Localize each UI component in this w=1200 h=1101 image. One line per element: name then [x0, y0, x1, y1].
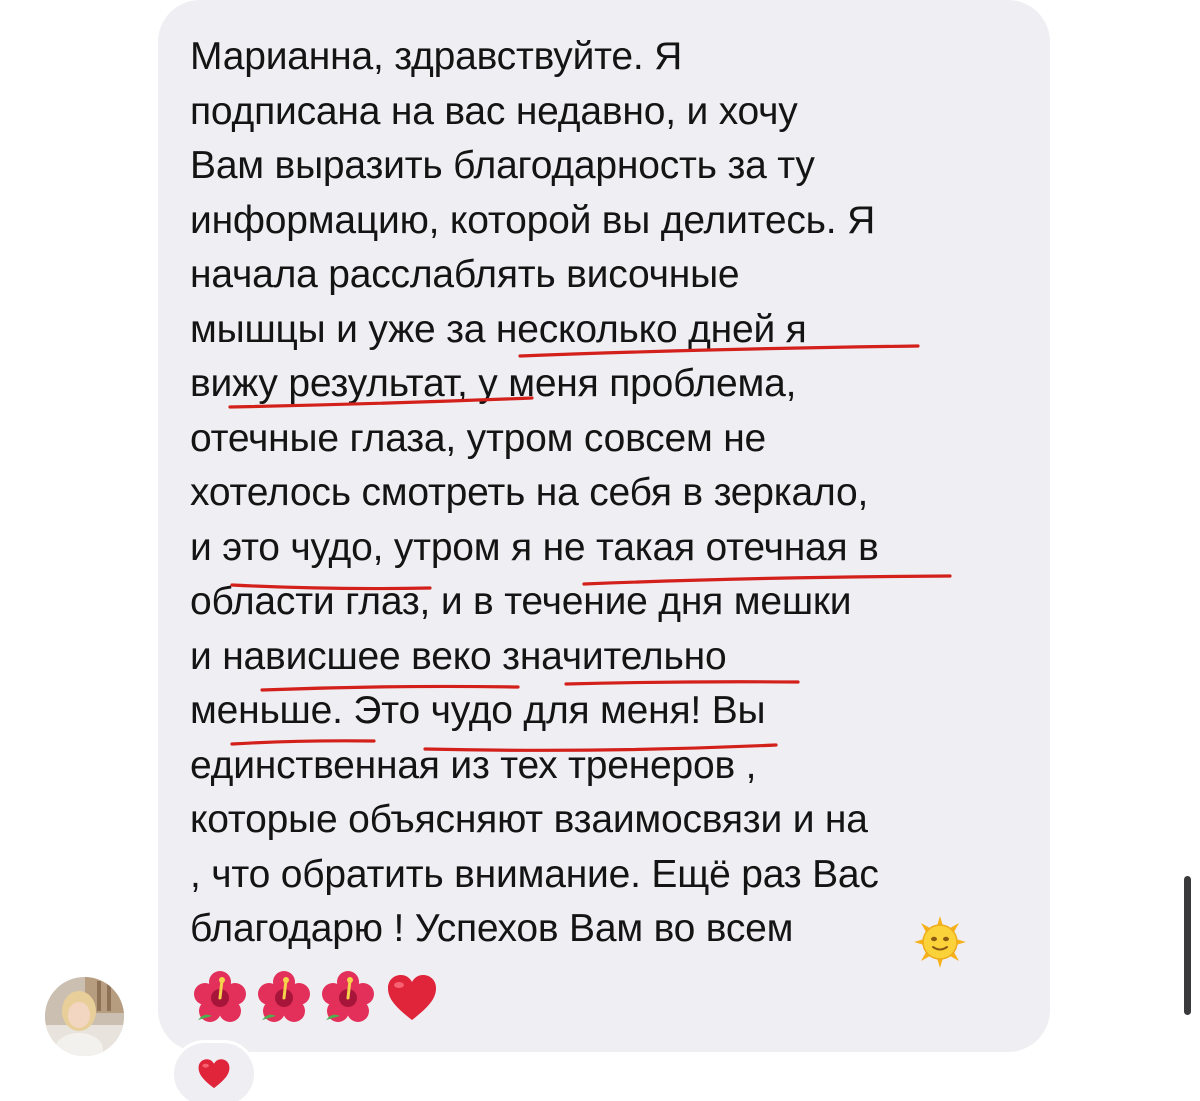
- message-line: информацию, которой вы делитесь. Я: [190, 198, 876, 242]
- hibiscus-icon: [194, 971, 246, 1022]
- message-line: хотелось смотреть на себя в зеркало,: [190, 471, 869, 514]
- message-line: и нависшее веко значительно: [190, 634, 727, 678]
- scrollbar[interactable]: [1184, 876, 1191, 1015]
- message-line: области глаз, и в течение дня мешки: [190, 580, 852, 623]
- message-line: меньше. Это чудо для меня! Вы: [190, 689, 766, 732]
- sun-with-face-icon: [914, 916, 966, 968]
- message-line: которые объясняют взаимосвязи и на: [190, 798, 868, 841]
- message-line: подписана на вас недавно, и хочу: [190, 89, 798, 133]
- hibiscus-icon: [322, 971, 374, 1022]
- message-line: единственная из тех тренеров ,: [190, 743, 757, 787]
- message-line: Вам выразить благодарность за ту: [190, 144, 815, 187]
- red-heart-icon: [388, 975, 436, 1020]
- message-line: начала расслаблять височные: [190, 253, 740, 296]
- avatar-photo: [45, 977, 124, 1056]
- message-line: и это чудо, утром я не такая отечная в: [190, 525, 879, 569]
- emoji-row: [192, 966, 440, 1030]
- red-heart-icon: [198, 1059, 230, 1089]
- message-line: Марианна, здравствуйте. Я: [190, 35, 683, 78]
- reaction-badge[interactable]: [171, 1040, 257, 1101]
- message-line: отечные глаза, утром совсем не: [190, 416, 767, 460]
- message-line: , что обратить внимание. Ещё раз Вас: [190, 852, 879, 896]
- avatar[interactable]: [45, 977, 124, 1056]
- hibiscus-icon: [258, 971, 310, 1022]
- message-line: вижу результат, у меня проблема,: [190, 362, 797, 405]
- message-line: мышцы и уже за несколько дней я: [190, 307, 807, 351]
- message-text: Марианна, здравствуйте. Я подписана на в…: [190, 30, 1040, 957]
